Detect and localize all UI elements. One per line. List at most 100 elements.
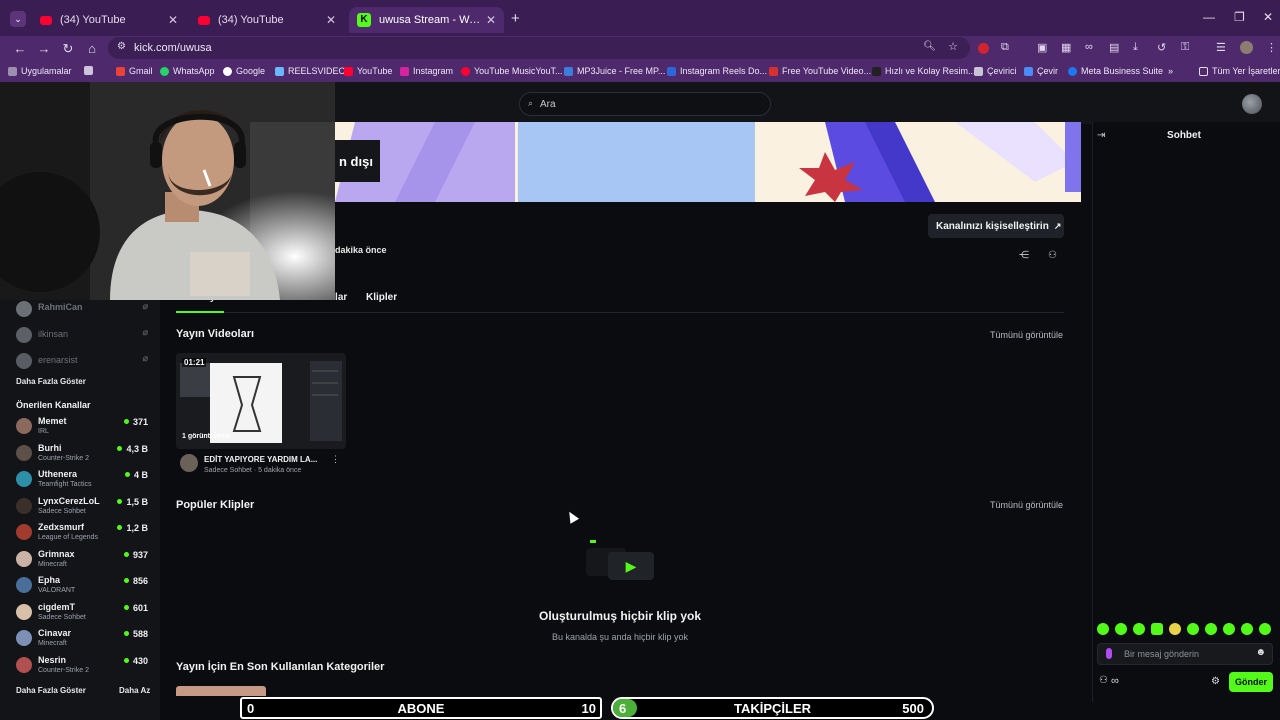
microphone-icon[interactable] xyxy=(1106,648,1112,659)
viewer-count-value: 371 xyxy=(132,417,148,427)
close-tab-icon[interactable]: ✕ xyxy=(168,13,178,27)
forward-arrow-icon[interactable]: → xyxy=(32,41,56,56)
extension-icon[interactable] xyxy=(978,43,989,54)
calculator-icon[interactable]: ▤ xyxy=(1109,41,1119,54)
bookmark-google[interactable]: Google xyxy=(223,66,265,76)
site-info-icon[interactable]: ⚙ xyxy=(117,41,126,52)
chat-settings-icon[interactable]: ⚙ xyxy=(1211,676,1220,687)
emote-icon[interactable] xyxy=(1133,623,1145,635)
bookmark-free-youtube-video[interactable]: Free YouTube Video... xyxy=(769,66,871,76)
bookmark-meta-business[interactable]: Meta Business Suite xyxy=(1068,66,1163,76)
chat-message-input[interactable]: Bir mesaj gönderin ☻ xyxy=(1097,643,1273,665)
bookmark-whatsapp[interactable]: WhatsApp xyxy=(160,66,215,76)
tab-clips[interactable]: Klipler xyxy=(366,292,397,303)
followed-channel[interactable]: RahmiCan ⌀ xyxy=(16,299,152,325)
bookmarks-overflow-icon[interactable]: » xyxy=(1168,66,1173,76)
bookmark-youtube-music[interactable]: YouTube MusicYouT... xyxy=(461,66,563,76)
emote-icon[interactable] xyxy=(1259,623,1271,635)
recommended-channel[interactable]: Memet IRL 371 xyxy=(16,416,152,442)
customize-channel-button[interactable]: Kanalınızı kişiselleştirin ↗ xyxy=(928,214,1064,238)
bookmark-all[interactable]: Tüm Yer İşaretleri xyxy=(1199,66,1280,76)
channel-avatar xyxy=(16,444,32,461)
bookmark-youtube[interactable]: YouTube xyxy=(344,66,392,76)
recommended-channel[interactable]: Grimnax Minecraft 937 xyxy=(16,549,152,575)
minimize-window-button[interactable]: — xyxy=(1203,10,1215,24)
show-more-recommended[interactable]: Daha Fazla Göster xyxy=(16,686,86,695)
show-more-followed[interactable]: Daha Fazla Göster xyxy=(16,377,86,386)
chat-panel: ⇥ Sohbet Bir mesaj gönderin ☻ ⚇ ∞ ⚙ Gönd… xyxy=(1092,122,1280,702)
emote-icon[interactable] xyxy=(1223,623,1235,635)
bookmark-mp3juice[interactable]: MP3Juice - Free MP... xyxy=(564,66,665,76)
bookmark-star-icon[interactable]: ☆ xyxy=(948,40,958,53)
recommended-channel[interactable]: Cinavar Minecraft 588 xyxy=(16,628,152,654)
emoji-icon[interactable]: ☻ xyxy=(1255,647,1266,658)
grid-icon[interactable]: ▦ xyxy=(1061,41,1071,54)
send-button[interactable]: Gönder xyxy=(1229,672,1273,692)
user-avatar[interactable] xyxy=(1242,94,1262,114)
browser-tab-youtube-1[interactable]: (34) YouTube ✕ xyxy=(32,7,186,33)
video-title[interactable]: EDİT YAPIYORE YARDIM LA... xyxy=(204,455,317,464)
restore-window-button[interactable]: ❐ xyxy=(1234,10,1245,24)
emote-icon[interactable] xyxy=(1205,623,1217,635)
user-settings-icon[interactable]: ⚇ xyxy=(1048,250,1057,261)
close-tab-icon[interactable]: ✕ xyxy=(326,13,336,27)
tab-search-button[interactable]: ⌄ xyxy=(10,11,26,27)
screenshot-icon[interactable]: ▣ xyxy=(1037,41,1047,54)
profile-avatar[interactable] xyxy=(1240,41,1253,54)
infinity-icon[interactable]: ∞ xyxy=(1111,675,1119,687)
new-tab-button[interactable]: + xyxy=(511,10,520,27)
password-key-icon[interactable]: ⚿ xyxy=(1181,41,1189,54)
bookmark-cevirici[interactable]: Çevirici xyxy=(974,66,1017,76)
followed-channel[interactable]: erenarsist ⌀ xyxy=(16,351,152,377)
followed-channel[interactable]: ilkinsan ⌀ xyxy=(16,325,152,351)
close-window-button[interactable]: ✕ xyxy=(1263,10,1273,24)
emote-icon[interactable] xyxy=(1187,623,1199,635)
search-input[interactable]: ⌕ Ara xyxy=(519,92,771,116)
browser-tab-kick[interactable]: K uwusa Stream - Watch Live on Kick ✕ xyxy=(349,7,504,33)
subscriber-goal: 10 xyxy=(581,701,596,716)
extensions-puzzle-icon[interactable]: ⧉ xyxy=(1001,41,1009,54)
emote-icon[interactable] xyxy=(1151,623,1163,635)
bookmark-instagram-reels[interactable]: Instagram Reels Do... xyxy=(667,66,767,76)
zoom-icon[interactable]: 🔍︎ xyxy=(923,41,936,52)
bookmark-apps[interactable]: Uygulamalar xyxy=(8,66,72,76)
video-downloader-icon xyxy=(769,66,778,76)
address-bar[interactable]: ⚙ kick.com/uwusa 🔍︎ ☆ xyxy=(108,37,970,59)
reading-list-icon[interactable]: ☰ xyxy=(1216,41,1226,54)
back-arrow-icon[interactable]: ← xyxy=(8,41,32,56)
share-icon[interactable]: ⋲ xyxy=(1019,250,1029,261)
close-tab-icon[interactable]: ✕ xyxy=(486,13,496,27)
recommended-channel[interactable]: Uthenera Teamfight Tactics 4 B xyxy=(16,469,152,495)
recommended-channel[interactable]: Nesrin Counter-Strike 2 430 xyxy=(16,655,152,681)
bookmark-gmail[interactable]: Gmail xyxy=(116,66,153,76)
emote-icon[interactable] xyxy=(1097,623,1109,635)
recommended-channel[interactable]: Epha VALORANT 856 xyxy=(16,575,152,601)
bookmark-grid[interactable] xyxy=(84,66,97,75)
video-more-icon[interactable]: ⋮ xyxy=(331,454,340,465)
link-icon[interactable]: ∞ xyxy=(1085,41,1093,53)
chat-users-icon[interactable]: ⚇ xyxy=(1099,675,1108,686)
recommended-channel[interactable]: Zedxsmurf League of Legends 1,2 B xyxy=(16,522,152,548)
browser-menu-icon[interactable]: ⋮ xyxy=(1266,41,1277,54)
category-thumbnail[interactable] xyxy=(176,686,266,696)
emote-icon[interactable] xyxy=(1241,623,1253,635)
reload-icon[interactable]: ↻ xyxy=(56,41,80,57)
recommended-channel[interactable]: Burhi Counter-Strike 2 4,3 B xyxy=(16,443,152,469)
video-card[interactable]: 01:21 1 görüntüleme xyxy=(176,353,346,449)
recommended-channel[interactable]: cigdemT Sadece Sohbet 601 xyxy=(16,602,152,628)
videos-see-all-link[interactable]: Tümünü görüntüle xyxy=(990,330,1063,340)
recommended-channel[interactable]: LynxCerezLoL Sadece Sohbet 1,5 B xyxy=(16,496,152,522)
home-icon[interactable]: ⌂ xyxy=(80,41,104,56)
emote-icon[interactable] xyxy=(1115,623,1127,635)
download-icon[interactable]: ⤓ xyxy=(1133,41,1138,54)
bookmark-reelsvideo[interactable]: REELSVIDEO xyxy=(275,66,346,76)
offline-label: n dışı xyxy=(339,153,373,169)
emote-icon[interactable] xyxy=(1169,623,1181,635)
bookmark-resim[interactable]: Hızlı ve Kolay Resim... xyxy=(872,66,976,76)
clips-see-all-link[interactable]: Tümünü görüntüle xyxy=(990,500,1063,510)
bookmark-cevir[interactable]: Çevir xyxy=(1024,66,1058,76)
show-less-recommended[interactable]: Daha Az xyxy=(119,686,150,695)
history-icon[interactable]: ↺ xyxy=(1157,41,1166,54)
bookmark-instagram[interactable]: Instagram xyxy=(400,66,453,76)
browser-tab-youtube-2[interactable]: (34) YouTube ✕ xyxy=(190,7,344,33)
